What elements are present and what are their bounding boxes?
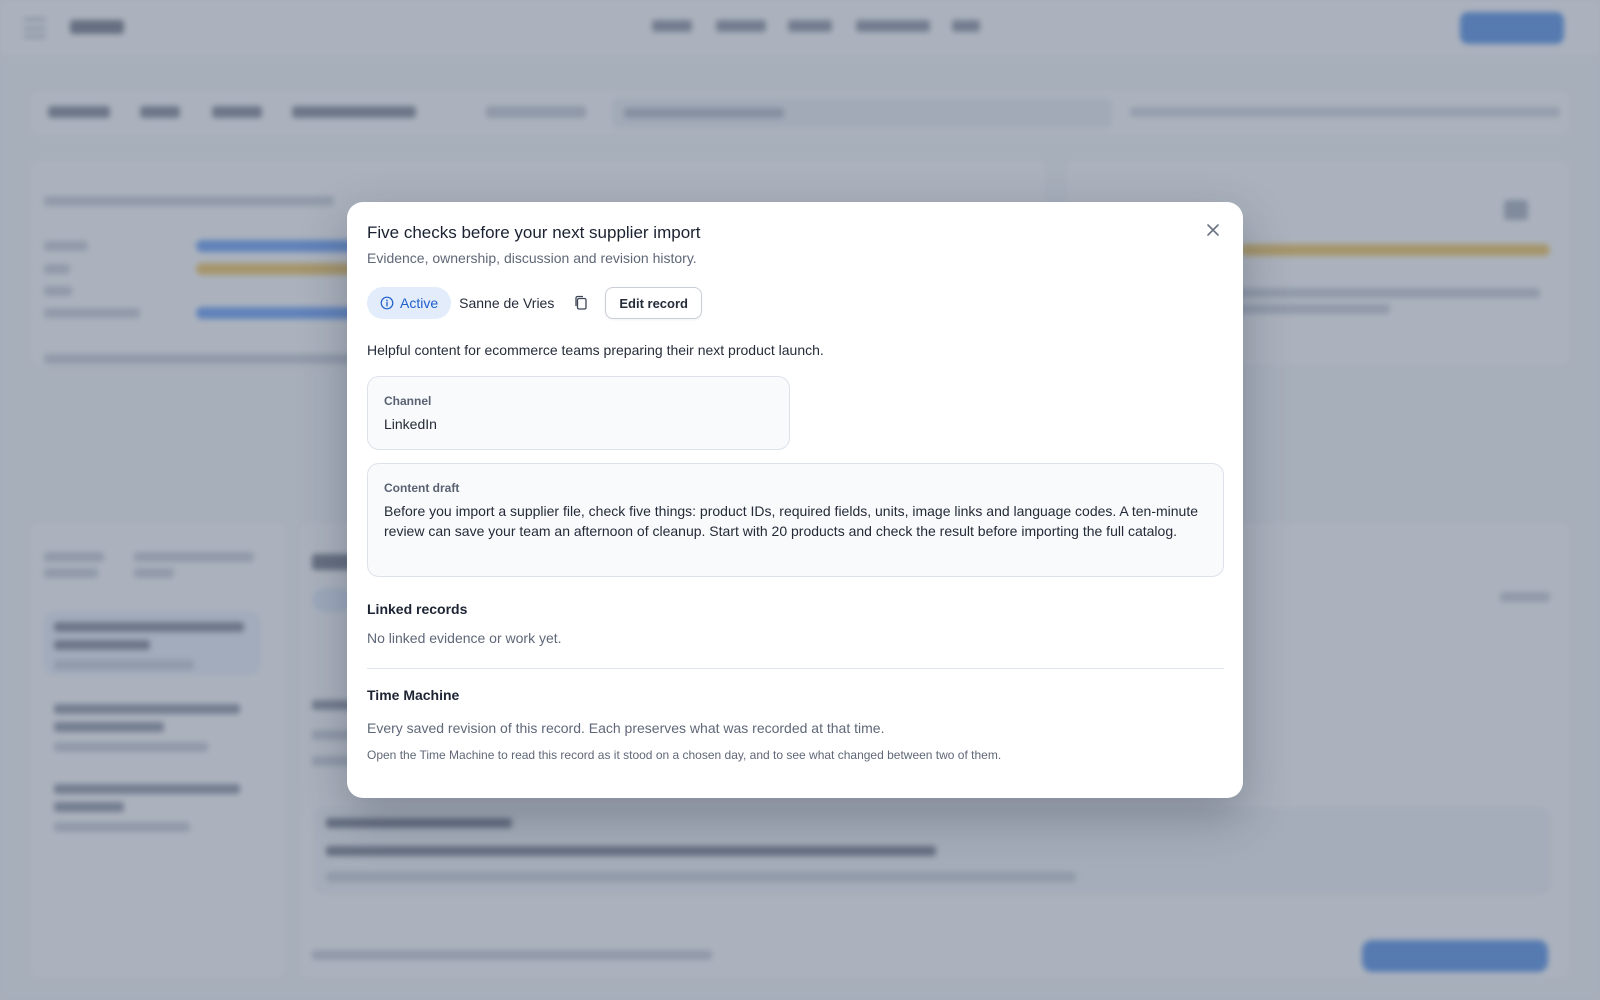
time-machine-description: Every saved revision of this record. Eac… [367, 720, 885, 736]
status-label: Active [400, 295, 439, 311]
channel-field: Channel LinkedIn [367, 376, 790, 450]
record-meta-row: Active Sanne de Vries Edit record [367, 287, 1223, 319]
edit-record-button[interactable]: Edit record [605, 287, 702, 319]
time-machine-title: Time Machine [367, 687, 460, 703]
linked-records-title: Linked records [367, 601, 468, 617]
modal-subtitle: Evidence, ownership, discussion and revi… [367, 250, 697, 266]
info-icon [380, 296, 394, 310]
channel-value: LinkedIn [384, 416, 437, 432]
section-divider [367, 668, 1224, 669]
copy-icon [575, 295, 587, 310]
content-draft-field: Content draft Before you import a suppli… [367, 463, 1224, 577]
record-description: Helpful content for ecommerce teams prep… [367, 342, 824, 358]
copy-button[interactable] [571, 293, 591, 313]
close-button[interactable] [1201, 218, 1225, 242]
content-draft-value: Before you import a supplier file, check… [384, 503, 1198, 539]
content-draft-label: Content draft [384, 481, 460, 495]
linked-records-empty: No linked evidence or work yet. [367, 630, 562, 646]
time-machine-note: Open the Time Machine to read this recor… [367, 748, 1002, 762]
modal-title: Five checks before your next supplier im… [367, 223, 701, 242]
record-owner: Sanne de Vries [459, 295, 555, 311]
status-badge[interactable]: Active [367, 287, 452, 319]
record-modal: Five checks before your next supplier im… [347, 202, 1243, 798]
close-icon [1207, 224, 1219, 236]
channel-label: Channel [384, 394, 432, 408]
